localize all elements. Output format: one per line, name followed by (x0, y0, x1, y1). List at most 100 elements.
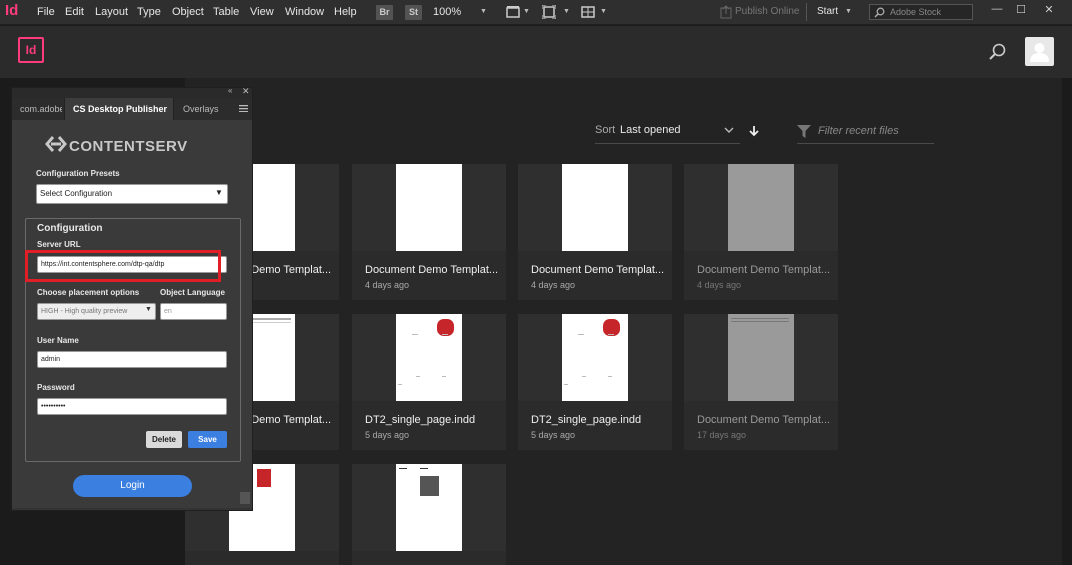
file-name: Document Demo Templat... (531, 264, 665, 276)
collapse-icon[interactable]: « (228, 86, 232, 95)
page-preview (396, 164, 462, 251)
save-button[interactable]: Save (188, 431, 227, 448)
file-thumbnail (518, 164, 672, 251)
user-name-label: User Name (37, 336, 79, 345)
delete-button[interactable]: Delete (146, 431, 182, 448)
panel-titlebar[interactable]: « ✕ (12, 86, 252, 98)
adobe-stock-search-placeholder: Adobe Stock (890, 7, 942, 17)
password-input[interactable]: •••••••••• (37, 398, 227, 415)
workspace-switcher[interactable]: Start (817, 6, 838, 17)
placement-options-select[interactable]: HIGH - High quality preview (37, 303, 156, 320)
recent-file-card[interactable] (352, 464, 506, 565)
app-icon: Id (5, 2, 19, 19)
file-name: Document Demo Templat... (697, 264, 831, 276)
page-preview (562, 164, 628, 251)
page-preview (396, 464, 462, 551)
screen-mode-chevron-down-icon[interactable]: ▼ (563, 8, 570, 15)
recent-file-card[interactable]: Document Demo Templat... 17 days ago (684, 314, 838, 450)
object-language-label: Object Language (160, 288, 225, 297)
file-thumbnail (518, 314, 672, 401)
recent-file-card[interactable]: DT2_single_page.indd 5 days ago (518, 314, 672, 450)
menu-file[interactable]: File (37, 6, 55, 18)
stock-button[interactable]: St (405, 5, 422, 20)
file-date: 5 days ago (531, 430, 576, 440)
tab-com-adobe[interactable]: com.adobe (12, 98, 62, 120)
filter-icon (797, 125, 811, 138)
maximize-icon[interactable]: ☐ (1012, 3, 1030, 17)
zoom-chevron-down-icon[interactable]: ▼ (480, 8, 487, 15)
configuration-presets-select[interactable]: Select Configuration (36, 184, 228, 204)
search-icon[interactable] (989, 43, 1006, 60)
workspace-chevron-down-icon[interactable]: ▼ (845, 8, 852, 15)
login-button[interactable]: Login (73, 475, 192, 497)
password-label: Password (37, 383, 75, 392)
panel-menu-icon[interactable] (239, 105, 248, 112)
object-language-input[interactable]: en (160, 303, 227, 320)
file-thumbnail (352, 164, 506, 251)
file-date: 4 days ago (697, 280, 742, 290)
server-url-highlight (25, 250, 221, 282)
file-name: DT2_single_page.indd (531, 414, 642, 426)
page-preview (562, 314, 628, 401)
file-date: 17 days ago (697, 430, 747, 440)
file-name: DT2_single_page.indd (365, 414, 476, 426)
file-name: Document Demo Templat... (365, 264, 499, 276)
arrange-documents-icon[interactable] (581, 5, 595, 19)
arrange-chevron-down-icon[interactable]: ▼ (600, 8, 607, 15)
chevron-down-icon[interactable] (724, 127, 734, 134)
menu-object[interactable]: Object (172, 6, 204, 18)
file-thumbnail (684, 164, 838, 251)
contentserv-logo: CONTENTSERV (69, 138, 188, 155)
menu-table[interactable]: Table (213, 6, 239, 18)
indesign-logo: Id (18, 37, 44, 63)
sort-underline (595, 143, 740, 144)
bridge-button[interactable]: Br (376, 5, 393, 20)
file-date: 4 days ago (531, 280, 576, 290)
tab-cs-desktop-publisher[interactable]: CS Desktop Publisher (64, 98, 174, 120)
user-name-input[interactable]: admin (37, 351, 227, 368)
adobe-stock-search[interactable]: Adobe Stock (869, 4, 973, 20)
publish-online-icon (720, 5, 732, 19)
chevron-down-icon[interactable]: ▼ (215, 188, 223, 197)
server-url-label: Server URL (37, 240, 81, 249)
contentserv-logo-icon (45, 136, 67, 152)
recent-file-card[interactable]: Document Demo Templat... 4 days ago (352, 164, 506, 300)
panel-body: CONTENTSERV Configuration Presets Select… (12, 120, 252, 508)
start-header: Id (0, 26, 1072, 78)
close-icon[interactable]: ✕ (242, 86, 250, 97)
page-preview (728, 164, 794, 251)
zoom-level[interactable]: 100% (433, 6, 461, 18)
sort-direction-arrow-icon[interactable] (749, 125, 759, 137)
close-icon[interactable]: ✕ (1040, 3, 1058, 17)
screen-mode-icon[interactable] (542, 5, 556, 19)
tab-overlays[interactable]: Overlays (175, 98, 225, 120)
view-chevron-down-icon[interactable]: ▼ (523, 8, 530, 15)
menu-bar: Id File Edit Layout Type Object Table Vi… (0, 0, 1072, 25)
sort-label: Sort (595, 124, 616, 136)
menu-layout[interactable]: Layout (95, 6, 128, 18)
recent-file-card[interactable]: DT2_single_page.indd 5 days ago (352, 314, 506, 450)
sort-dropdown[interactable]: Last opened (620, 124, 681, 136)
menu-type[interactable]: Type (137, 6, 161, 18)
recent-file-card[interactable]: Document Demo Templat... 4 days ago (518, 164, 672, 300)
page-preview (728, 314, 794, 401)
publish-online-button[interactable]: Publish Online (735, 6, 799, 17)
view-options-icon[interactable] (506, 5, 520, 19)
filter-input[interactable]: Filter recent files (818, 125, 899, 137)
user-icon (1030, 43, 1049, 62)
chevron-down-icon[interactable]: ▼ (145, 306, 152, 313)
menu-edit[interactable]: Edit (65, 6, 84, 18)
avatar[interactable] (1025, 37, 1054, 66)
configuration-title: Configuration (37, 223, 103, 234)
minimize-icon[interactable]: — (988, 3, 1006, 17)
menu-help[interactable]: Help (334, 6, 357, 18)
file-date: 4 days ago (365, 280, 410, 290)
resize-handle[interactable] (240, 492, 250, 504)
menu-window[interactable]: Window (285, 6, 324, 18)
cs-desktop-publisher-panel: « ✕ com.adobe CS Desktop Publisher Overl… (11, 86, 253, 511)
recent-file-card[interactable]: Document Demo Templat... 4 days ago (684, 164, 838, 300)
menu-view[interactable]: View (250, 6, 274, 18)
placement-options-label: Choose placement options (37, 288, 140, 297)
file-name: Document Demo Templat... (697, 414, 831, 426)
file-date: 5 days ago (365, 430, 410, 440)
